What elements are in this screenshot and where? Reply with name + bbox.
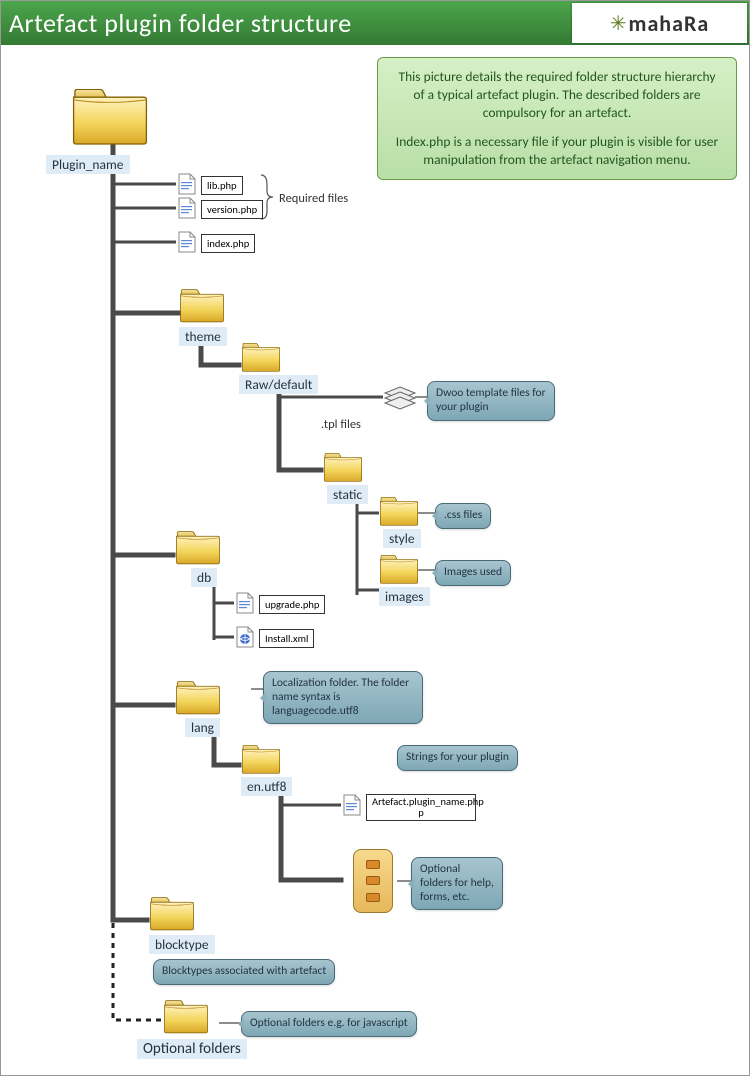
callout-localization: Localization folder. The folder name syn… [263,671,423,724]
style-folder-label: style [383,529,421,548]
file-label-artefact: Artefact.plugin_name.php p [366,794,476,821]
raw-folder-icon [241,343,281,373]
root-folder-label: Plugin_name [46,155,130,174]
tpl-stack-icon [383,385,417,409]
multi-folder-icon [353,849,393,913]
lang-folder-label: lang [185,718,220,737]
file-label-upgrade: upgrade.php [259,595,325,614]
lang-folder-icon [175,681,221,716]
callout-optional-js: Optional folders e.g. for javascript [241,1011,417,1037]
callout-dwoo: Dwoo template files for your plugin [427,381,555,421]
db-folder-icon [175,531,221,566]
callout-images: Images used [435,560,511,586]
style-folder-icon [379,497,419,527]
logo-text: mahaRa [629,10,710,37]
blocktype-folder-label: blocktype [149,935,215,954]
optional-folder-icon [163,1000,209,1035]
file-icon-index [178,231,196,253]
page-header: Artefact plugin folder structure ✳ mahaR… [1,1,749,45]
images-folder-icon [379,555,419,585]
static-folder-label: static [327,485,368,504]
callout-css: .css files [435,503,491,529]
optional-folder-label: Optional folders [137,1039,247,1059]
blocktype-folder-icon [149,897,195,932]
callout-blocktypes: Blocktypes associated with artefact [153,959,335,985]
images-folder-label: images [379,587,430,606]
enutf8-folder-label: en.utf8 [241,777,292,796]
diagram-canvas: Plugin_name lib.php version.php index.ph… [1,45,750,1076]
tpl-files-note: .tpl files [321,417,361,432]
file-icon-lib [178,173,196,195]
file-label-index: index.php [201,234,255,253]
connector-lines [1,45,750,1076]
logo-leaf-icon: ✳ [610,11,627,36]
file-label-lib: lib.php [201,176,243,195]
theme-folder-icon [179,289,225,324]
static-folder-icon [323,453,363,483]
enutf8-folder-icon [241,745,281,775]
db-folder-label: db [191,568,217,587]
file-icon-upgrade [236,592,254,614]
file-label-version: version.php [201,200,263,219]
raw-folder-label: Raw/default [239,375,318,394]
logo-box: ✳ mahaRa [572,3,747,43]
page-title: Artefact plugin folder structure [9,7,352,39]
theme-folder-label: theme [179,327,227,346]
callout-optional-help: Optional folders for help, forms, etc. [411,857,503,910]
file-icon-artefact [343,794,361,816]
callout-strings: Strings for your plugin [397,745,518,771]
root-folder-icon [71,89,149,147]
diagram-frame: Artefact plugin folder structure ✳ mahaR… [0,0,750,1076]
file-icon-version [178,197,196,219]
file-label-install: Install.xml [259,629,314,648]
file-label-artefact-l2: p [418,806,424,819]
file-label-artefact-l1: Artefact.plugin_name.php [372,795,484,808]
required-files-note: Required files [279,191,348,206]
file-icon-install [236,626,254,648]
